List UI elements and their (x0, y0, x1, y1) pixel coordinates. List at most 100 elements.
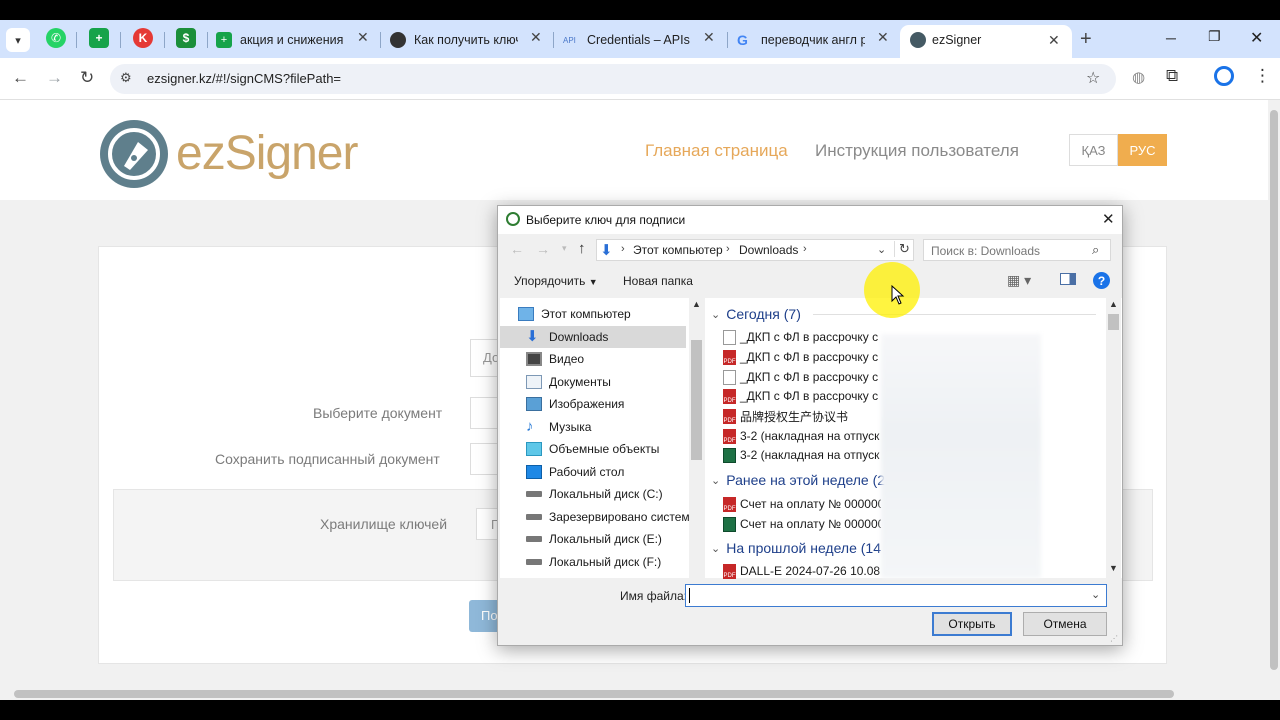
cancel-button[interactable]: Отмена (1023, 612, 1107, 636)
file-item[interactable]: PDF _ДКП с ФЛ в рассрочку с по (723, 347, 881, 367)
open-button[interactable]: Открыть (932, 612, 1012, 636)
nav-music[interactable]: ♪ Музыка (526, 416, 591, 438)
nav-3d-objects[interactable]: Объемные объекты (526, 438, 659, 460)
extensions-icon[interactable]: ⧉ (1166, 66, 1178, 86)
file-item[interactable]: PDF DALL-E 2024-07-26 10.08.13 - (723, 561, 881, 581)
scroll-thumb[interactable] (1108, 314, 1119, 330)
dialog-search-input[interactable]: Поиск в: Downloads ⌕ (923, 239, 1111, 261)
nav-drive-e[interactable]: Локальный диск (E:) (526, 528, 662, 550)
profile-icon[interactable] (1214, 66, 1234, 86)
lang-rus-button[interactable]: РУС (1118, 134, 1167, 166)
lang-kaz-button[interactable]: ҚАЗ (1069, 134, 1118, 166)
filename-input[interactable]: ⌄ (685, 584, 1107, 607)
chevron-down-icon[interactable]: ⌄ (1091, 588, 1100, 601)
view-options-icon[interactable]: ▦ ▾ (1007, 272, 1031, 289)
chevron-down-icon[interactable]: ⌄ (877, 243, 886, 256)
file-item[interactable]: _ДКП с ФЛ в рассрочку с по (723, 367, 881, 387)
green-sheet-icon[interactable]: + (89, 28, 109, 48)
nav-label: Рабочий стол (549, 465, 625, 479)
dialog-titlebar[interactable]: Выберите ключ для подписи ✕ (498, 206, 1122, 234)
tab-2[interactable]: Как получить ключ (390, 28, 540, 52)
address-bar[interactable]: ⚙ ezsigner.kz/#!/signCMS?filePath= ☆ (110, 64, 1116, 94)
breadcrumb-this-pc[interactable]: Этот компьютер (633, 243, 723, 257)
download-arrow-icon: ⬇ (600, 242, 613, 259)
menu-icon[interactable]: ⋮ (1254, 66, 1271, 86)
file-item[interactable]: 3-2 (накладная на отпуск за (723, 445, 881, 465)
dialog-breadcrumb[interactable]: ⬇ › Этот компьютер › Downloads › ⌄ ↻ (596, 239, 914, 261)
nav-drive-reserved[interactable]: Зарезервировано системой (526, 506, 703, 528)
dialog-back-icon[interactable]: ← (510, 241, 524, 257)
page-horizontal-scrollbar[interactable] (0, 688, 1268, 700)
minimize-icon[interactable]: ─ (1166, 30, 1176, 46)
file-item[interactable]: PDF Счет на оплату № 00000000 (723, 494, 881, 514)
bookmark-star-icon[interactable]: ☆ (1086, 68, 1100, 88)
tab-3[interactable]: API Credentials – APIs & (563, 28, 703, 52)
reload-icon[interactable]: ↻ (80, 68, 94, 88)
file-item[interactable]: PDF 品牌授权生产协议书 (723, 406, 881, 426)
close-icon[interactable]: ✕ (530, 29, 542, 46)
restore-icon[interactable]: ❐ (1208, 28, 1221, 45)
file-item[interactable]: _ДКП с ФЛ в рассрочку с по (723, 327, 881, 347)
scroll-down-icon[interactable]: ▼ (1109, 563, 1118, 573)
address-text[interactable]: ezsigner.kz/#!/signCMS?filePath= (147, 71, 341, 86)
forward-icon[interactable]: → (46, 68, 63, 88)
group-earlier-this-week[interactable]: ⌄ Ранее на этой неделе (2 (711, 470, 885, 490)
scroll-thumb[interactable] (691, 340, 702, 460)
dialog-up-icon[interactable]: ↑ (578, 240, 586, 257)
organize-button[interactable]: Упорядочить ▼ (514, 274, 598, 288)
dialog-forward-icon[interactable]: → (536, 241, 550, 257)
nav-this-pc[interactable]: Этот компьютер (518, 303, 631, 325)
nav-pane-scrollbar[interactable]: ▲ (689, 298, 704, 578)
tab-active[interactable]: ezSigner ✕ (900, 25, 1072, 58)
green-app-icon[interactable]: $ (176, 28, 196, 48)
tab-search-button[interactable]: ▾ (6, 28, 30, 52)
nav-instructions-link[interactable]: Инструкция пользователя (815, 141, 1019, 161)
close-icon[interactable]: ✕ (1048, 32, 1060, 49)
close-icon[interactable]: ✕ (877, 29, 889, 46)
chevron-down-icon: ⌄ (711, 474, 721, 487)
save-document-input[interactable] (470, 443, 500, 475)
dialog-close-icon[interactable]: ✕ (1102, 210, 1115, 228)
new-folder-button[interactable]: Новая папка (623, 274, 693, 288)
site-info-icon[interactable]: ⚙ (120, 70, 132, 86)
close-icon[interactable]: ✕ (357, 29, 369, 46)
nav-downloads[interactable]: ⬇ Downloads (526, 326, 608, 348)
nav-desktop[interactable]: Рабочий стол (526, 461, 624, 483)
group-last-week[interactable]: ⌄ На прошлой неделе (14 (711, 538, 881, 558)
scroll-thumb[interactable] (1270, 110, 1278, 670)
nav-home-link[interactable]: Главная страница (645, 141, 788, 161)
nav-pictures[interactable]: Изображения (526, 393, 624, 415)
close-window-icon[interactable]: ✕ (1250, 28, 1263, 48)
nav-label: Объемные объекты (549, 442, 660, 456)
preview-pane-icon[interactable] (1060, 273, 1076, 285)
back-icon[interactable]: ← (12, 68, 29, 88)
save-document-label: Сохранить подписанный документ (215, 451, 440, 467)
nav-drive-f[interactable]: Локальный диск (F:) (526, 551, 661, 573)
page-vertical-scrollbar[interactable] (1268, 100, 1280, 700)
tab-4[interactable]: G переводчик англ ру (737, 28, 877, 52)
group-today[interactable]: ⌄ Сегодня (7) (711, 304, 801, 324)
dialog-recent-icon[interactable]: ▾ (562, 243, 567, 254)
nav-video[interactable]: Видео (526, 348, 584, 370)
scroll-up-icon[interactable]: ▲ (692, 299, 701, 309)
resize-grip-icon[interactable]: ⋰ (1110, 634, 1118, 643)
new-tab-button[interactable]: + (1080, 28, 1092, 51)
globe-extension-icon[interactable]: ◍ (1132, 68, 1145, 86)
logo[interactable]: ezSigner (100, 120, 390, 190)
kaspi-icon[interactable]: K (133, 28, 153, 48)
whatsapp-icon[interactable]: ✆ (46, 28, 66, 48)
help-icon[interactable]: ? (1093, 272, 1110, 289)
scroll-up-icon[interactable]: ▲ (1109, 299, 1118, 309)
file-item[interactable]: PDF 3-2 (накладная на отпуск за (723, 426, 881, 446)
tab-1[interactable]: + акция и снижения - (216, 28, 366, 52)
file-list-scrollbar[interactable]: ▲ ▼ (1106, 298, 1121, 578)
select-document-input[interactable] (470, 397, 500, 429)
file-item[interactable]: PDF _ДКП с ФЛ в рассрочку с по (723, 386, 881, 406)
scroll-thumb[interactable] (14, 690, 1174, 698)
file-item[interactable]: Счет на оплату № 00000000 (723, 514, 881, 534)
close-icon[interactable]: ✕ (703, 29, 715, 46)
breadcrumb-downloads[interactable]: Downloads (739, 243, 798, 257)
refresh-icon[interactable]: ↻ (894, 241, 910, 257)
nav-drive-c[interactable]: Локальный диск (C:) (526, 483, 663, 505)
nav-documents[interactable]: Документы (526, 371, 611, 393)
